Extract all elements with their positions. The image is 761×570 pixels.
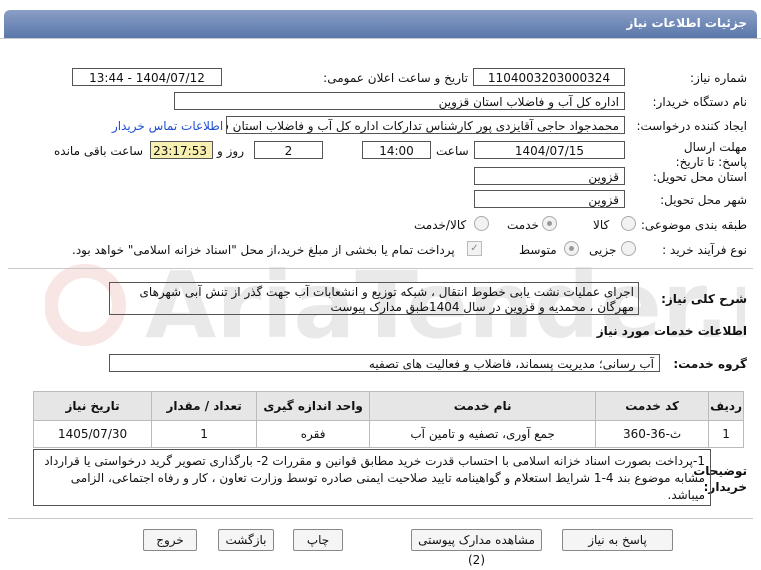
province-label: استان محل تحویل: xyxy=(652,170,747,184)
check-icon: ✓ xyxy=(467,241,482,256)
category-radio-service[interactable] xyxy=(542,216,557,231)
payment-note: پرداخت تمام یا بخشی از مبلغ خرید،از محل … xyxy=(72,243,455,257)
reply-button[interactable]: پاسخ به نیاز xyxy=(562,529,673,551)
table-row: 1 ث-36-360 جمع آوری، تصفیه و تامین آب فق… xyxy=(32,420,744,448)
service-group-label: گروه خدمت: xyxy=(673,357,747,371)
column-header-date: تاریخ نیاز xyxy=(32,391,153,421)
process-option-minor: جزیی xyxy=(589,243,617,257)
exit-button[interactable]: خروج xyxy=(143,529,197,551)
title-bar: جزئیات اطلاعات نیاز xyxy=(0,0,761,39)
process-option-medium: متوسط xyxy=(519,243,557,257)
need-number-field: 1104003203000324 xyxy=(473,68,625,86)
service-group-field: آب رسانی؛ مدیریت پسماند، فاضلاب و فعالیت… xyxy=(109,354,660,372)
buyer-org-field: اداره کل آب و فاضلاب استان قزوین xyxy=(174,92,625,110)
need-number-label: شماره نیاز: xyxy=(690,71,747,85)
print-button[interactable]: چاپ xyxy=(293,529,343,551)
cell-row-number: 1 xyxy=(708,420,744,448)
days-label: روز و xyxy=(217,144,244,158)
province-field: قزوین xyxy=(474,167,625,185)
category-option-service: خدمت xyxy=(507,218,539,232)
deadline-time-field: 14:00 xyxy=(362,141,431,159)
category-option-goods: کالا xyxy=(593,218,610,232)
view-documents-button[interactable]: مشاهده مدارک پیوستی (2) xyxy=(411,529,542,567)
page-title: جزئیات اطلاعات نیاز xyxy=(626,16,747,30)
buyer-contact-link[interactable]: اطلاعات تماس خریدار xyxy=(112,119,223,133)
summary-text: اجرای عملیات نشت یابی خطوط انتقال ، شبکه… xyxy=(109,282,639,315)
divider xyxy=(8,268,753,269)
cell-qty: 1 xyxy=(151,420,258,448)
announce-label: تاریخ و ساعت اعلان عمومی: xyxy=(323,71,468,85)
services-heading: اطلاعات خدمات مورد نیاز xyxy=(596,324,747,338)
deadline-label: مهلت ارسال پاسخ: تا تاریخ: xyxy=(675,140,747,169)
back-button[interactable]: بازگشت xyxy=(218,529,274,551)
payment-checkbox[interactable]: ✓ xyxy=(467,240,482,256)
column-header-code: کد خدمت xyxy=(595,391,710,421)
process-label: نوع فرآیند خرید : xyxy=(662,243,747,257)
table-header-row: ردیف کد خدمت نام خدمت واحد اندازه گیری ت… xyxy=(32,391,744,421)
process-radio-medium[interactable] xyxy=(564,241,579,256)
notes-text: 1-پرداخت بصورت اسناد خزانه اسلامی با احت… xyxy=(33,449,711,506)
deadline-date-field: 1404/07/15 xyxy=(474,141,625,159)
summary-label: شرح کلی نیاز: xyxy=(661,292,747,306)
remaining-time-field: 23:17:53 xyxy=(150,141,213,159)
column-header-row-number: ردیف xyxy=(708,391,744,421)
cell-code: ث-36-360 xyxy=(595,420,710,448)
time-label: ساعت xyxy=(436,144,469,158)
creator-label: ایجاد کننده درخواست: xyxy=(636,119,747,133)
days-field: 2 xyxy=(254,141,323,159)
city-field: قزوین xyxy=(474,190,625,208)
services-table: ردیف کد خدمت نام خدمت واحد اندازه گیری ت… xyxy=(32,391,744,448)
process-radio-minor[interactable] xyxy=(621,241,636,256)
cell-date: 1405/07/30 xyxy=(32,420,153,448)
divider xyxy=(8,518,753,519)
category-label: طبقه بندی موضوعی: xyxy=(640,218,747,232)
category-radio-goods[interactable] xyxy=(621,216,636,231)
cell-unit: فقره xyxy=(256,420,371,448)
cell-name: جمع آوری، تصفیه و تامین آب xyxy=(369,420,597,448)
remaining-label: ساعت باقی مانده xyxy=(54,144,144,158)
announce-field: 1404/07/12 - 13:44 xyxy=(72,68,222,86)
creator-field: محمدجواد حاجی آقایزدی پور کارشناس تدارکا… xyxy=(226,116,625,134)
column-header-qty: تعداد / مقدار xyxy=(151,391,258,421)
category-option-goods-service: کالا/خدمت xyxy=(414,218,467,232)
column-header-name: نام خدمت xyxy=(369,391,597,421)
category-radio-goods-service[interactable] xyxy=(474,216,489,231)
buyer-org-label: نام دستگاه خریدار: xyxy=(652,95,748,109)
city-label: شهر محل تحویل: xyxy=(660,193,747,207)
column-header-unit: واحد اندازه گیری xyxy=(256,391,371,421)
